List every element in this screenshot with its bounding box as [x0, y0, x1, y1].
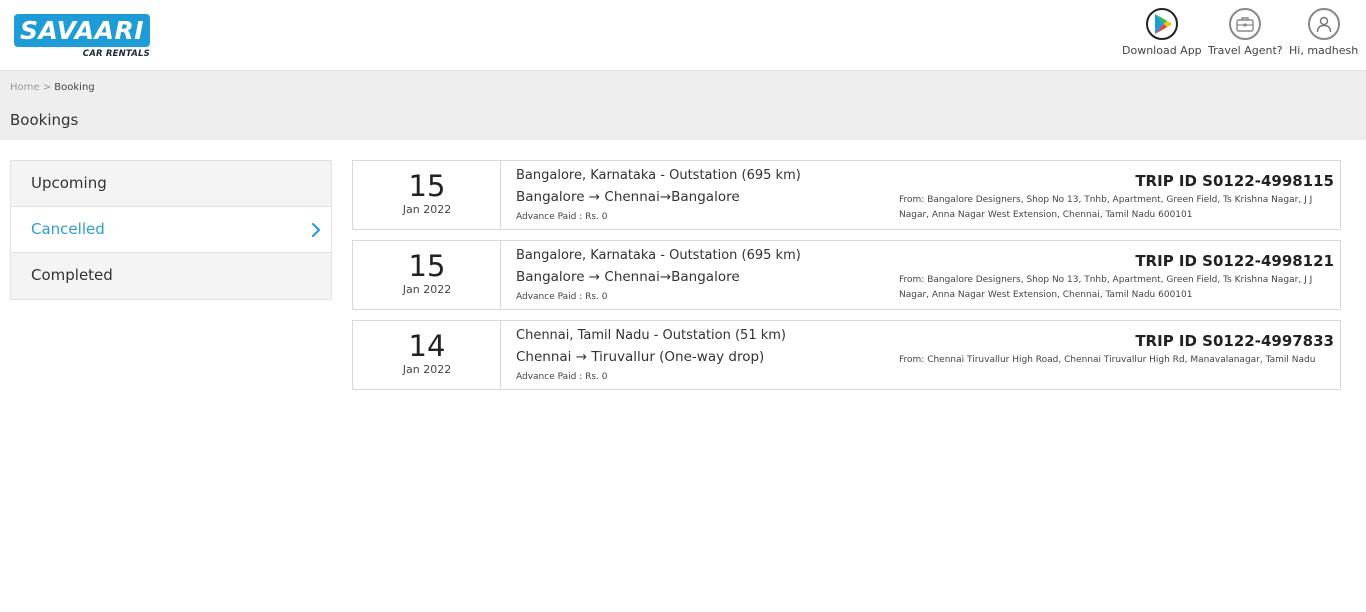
booking-date: 14 Jan 2022: [353, 321, 501, 389]
booking-card[interactable]: 15 Jan 2022 Bangalore, Karnataka - Outst…: [352, 160, 1341, 230]
booking-trip-id: TRIP ID S0122-4998121: [1135, 252, 1334, 270]
booking-status-sidebar: Upcoming Cancelled Completed: [10, 160, 332, 300]
booking-date: 15 Jan 2022: [353, 161, 501, 229]
sidebar-item-cancelled[interactable]: Cancelled: [11, 207, 331, 253]
chevron-right-icon: [311, 222, 321, 238]
booking-trip-id: TRIP ID S0122-4998115: [1135, 172, 1334, 190]
booking-pickup-address: From: Chennai Tiruvallur High Road, Chen…: [899, 355, 1316, 365]
briefcase-icon: [1229, 8, 1262, 40]
booking-route-title: Bangalore, Karnataka - Outstation (695 k…: [516, 248, 801, 263]
logo-wordmark: SAVAARI: [19, 16, 145, 45]
sidebar-item-label: Upcoming: [31, 174, 107, 192]
booking-day: 15: [408, 169, 446, 203]
travel-agent-link[interactable]: Travel Agent?: [1208, 8, 1283, 57]
user-greeting: Hi, madhesh: [1289, 44, 1359, 57]
booking-month-year: Jan 2022: [402, 363, 452, 376]
sidebar-item-upcoming[interactable]: Upcoming: [11, 161, 331, 207]
savaari-logo[interactable]: SAVAARI CAR RENTALS: [14, 14, 150, 60]
page-title: Bookings: [10, 111, 79, 129]
booking-path: Chennai → Tiruvallur (One-way drop): [516, 349, 765, 365]
booking-month-year: Jan 2022: [402, 203, 452, 216]
booking-route-title: Bangalore, Karnataka - Outstation (695 k…: [516, 168, 801, 183]
breadcrumb: Home > Booking: [10, 82, 95, 93]
booking-path: Bangalore → Chennai→Bangalore: [516, 269, 740, 285]
booking-card[interactable]: 14 Jan 2022 Chennai, Tamil Nadu - Outsta…: [352, 320, 1341, 390]
play-store-icon: [1145, 8, 1178, 40]
logo-tagline: CAR RENTALS: [82, 49, 150, 59]
booking-pickup-address: From: Bangalore Designers, Shop No 13, T…: [899, 195, 1313, 220]
breadcrumb-current: Booking: [54, 82, 95, 93]
page-header-band: Home > Booking Bookings: [0, 70, 1366, 140]
sidebar-item-label: Completed: [31, 266, 113, 284]
booking-date: 15 Jan 2022: [353, 241, 501, 309]
breadcrumb-separator: >: [42, 82, 52, 93]
booking-pickup-address: From: Bangalore Designers, Shop No 13, T…: [899, 275, 1313, 300]
booking-trip-id: TRIP ID S0122-4997833: [1135, 332, 1334, 350]
user-account-menu[interactable]: Hi, madhesh: [1289, 8, 1358, 57]
booking-advance-paid: Advance Paid : Rs. 0: [516, 372, 608, 382]
download-app-link[interactable]: Download App: [1122, 8, 1202, 57]
booking-advance-paid: Advance Paid : Rs. 0: [516, 292, 608, 302]
booking-card[interactable]: 15 Jan 2022 Bangalore, Karnataka - Outst…: [352, 240, 1341, 310]
booking-path: Bangalore → Chennai→Bangalore: [516, 189, 740, 205]
travel-agent-label: Travel Agent?: [1208, 44, 1283, 57]
booking-month-year: Jan 2022: [402, 283, 452, 296]
user-icon: [1307, 8, 1340, 40]
booking-advance-paid: Advance Paid : Rs. 0: [516, 212, 608, 222]
booking-route-title: Chennai, Tamil Nadu - Outstation (51 km): [516, 328, 786, 343]
sidebar-item-label: Cancelled: [31, 220, 105, 238]
breadcrumb-home-link[interactable]: Home: [10, 82, 40, 93]
booking-day: 14: [408, 329, 446, 363]
sidebar-item-completed[interactable]: Completed: [11, 253, 331, 299]
download-app-label: Download App: [1122, 44, 1202, 57]
top-header: SAVAARI CAR RENTALS Download App Travel …: [0, 0, 1366, 70]
booking-day: 15: [408, 249, 446, 283]
